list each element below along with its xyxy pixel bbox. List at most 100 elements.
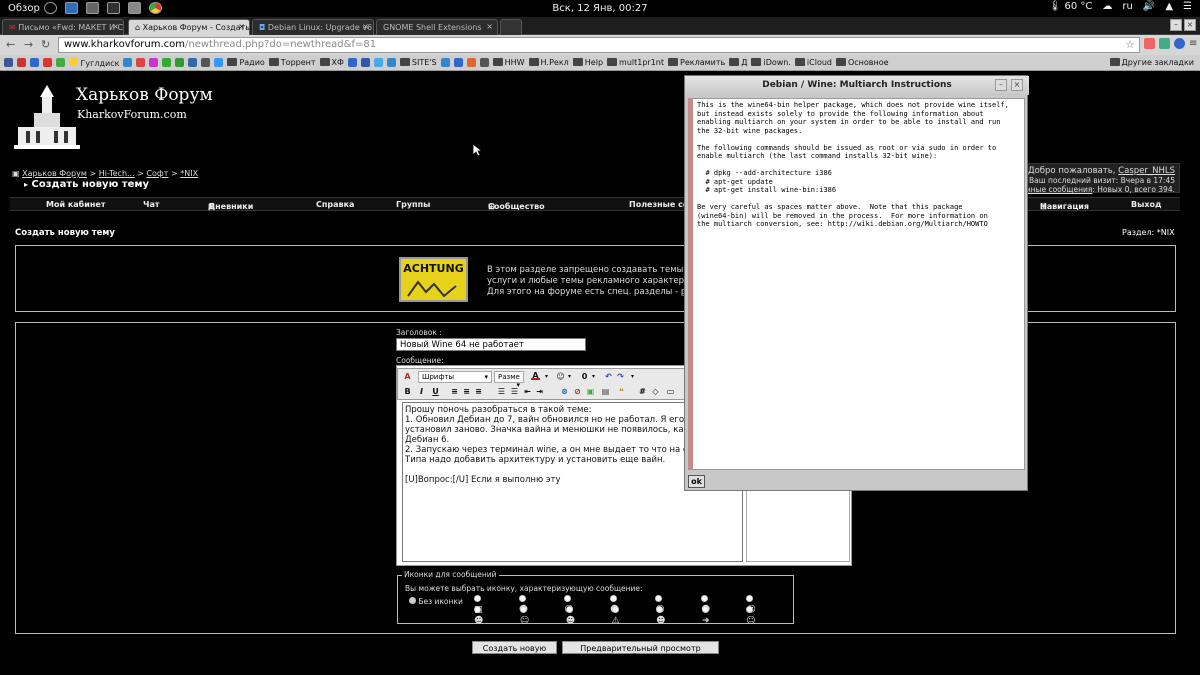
post-icon-option[interactable]: ➜ xyxy=(702,606,718,626)
radio[interactable] xyxy=(746,606,754,613)
bookmark-folder-hhw[interactable]: HHW xyxy=(492,58,525,67)
twitter-icon[interactable] xyxy=(373,58,383,67)
radio[interactable] xyxy=(609,595,617,602)
close-icon[interactable]: × xyxy=(1184,19,1196,31)
redo-icon[interactable]: ↷ xyxy=(616,372,625,381)
post-icon-option[interactable]: ☻ xyxy=(565,606,584,626)
radio[interactable] xyxy=(746,595,754,602)
close-icon[interactable]: × xyxy=(1011,79,1023,91)
clock[interactable]: Вск, 12 Янв, 00:27 xyxy=(0,3,1200,14)
chevron-down-icon[interactable]: ▾ xyxy=(628,372,637,381)
tab-gnome-extensions[interactable]: GNOME Shell Extensions × xyxy=(376,19,498,35)
insert-icon[interactable]: 0 xyxy=(580,372,589,381)
radio[interactable] xyxy=(700,595,708,602)
nav-chat[interactable]: Чат xyxy=(143,200,160,209)
indent-icon[interactable]: ⇥ xyxy=(535,387,544,396)
bookmark-icon[interactable] xyxy=(30,58,39,67)
bookmark-icon[interactable] xyxy=(386,58,396,67)
nav-logout[interactable]: Выход xyxy=(1131,200,1161,209)
radio[interactable] xyxy=(474,595,481,602)
italic-icon[interactable]: I xyxy=(417,387,426,396)
bookmark-folder-nrekl[interactable]: Н.Рекл xyxy=(528,58,569,67)
size-select[interactable]: Разме ▾ xyxy=(494,371,524,389)
radio[interactable] xyxy=(565,606,573,613)
bookmark-gdrive[interactable]: Гуглдиск xyxy=(69,57,119,68)
code-icon[interactable]: # xyxy=(638,387,647,396)
bookmark-folder-icloud[interactable]: iCloud xyxy=(794,58,832,67)
post-icon-option[interactable]: ☻ xyxy=(474,606,492,626)
bookmark-icon[interactable] xyxy=(201,58,211,67)
chevron-down-icon[interactable]: ▾ xyxy=(589,372,598,381)
logo-subtitle[interactable]: KharkovForum.com xyxy=(77,108,187,121)
bookmark-folder-reklamit[interactable]: Рекламить xyxy=(668,58,725,67)
tab-debian[interactable]: ◘ Debian Linux: Upgrade v6. × xyxy=(252,19,374,35)
title-input[interactable]: Новый Wine 64 не работает xyxy=(396,338,586,351)
extension-icon[interactable] xyxy=(1144,38,1155,49)
bookmark-icon[interactable] xyxy=(466,58,476,67)
font-select[interactable]: Шрифты ▾ xyxy=(418,371,492,383)
forward-icon[interactable]: → xyxy=(24,38,33,51)
chevron-down-icon[interactable]: ▾ xyxy=(565,372,574,381)
ubuntu-one-icon[interactable]: ☁ xyxy=(1102,1,1112,12)
image-icon[interactable]: ▣ xyxy=(586,387,595,396)
temperature-indicator[interactable]: 🌡 60 °C xyxy=(1049,1,1093,12)
radio-selected[interactable] xyxy=(409,597,416,604)
bookmark-folder-multiprint[interactable]: mult1pr1nt xyxy=(607,58,664,67)
tab-kharkovforum[interactable]: ⌂ Харьков Форум - Создать × xyxy=(128,19,250,35)
align-right-icon[interactable]: ≡ xyxy=(474,387,483,396)
bookmark-icon[interactable] xyxy=(43,58,52,67)
breadcrumb-link[interactable]: *NIX xyxy=(180,169,198,178)
breadcrumb-link[interactable]: Hi-Tech... xyxy=(99,169,135,178)
bookmark-icon[interactable] xyxy=(17,58,26,67)
create-thread-button[interactable]: Создать новую тему xyxy=(472,641,557,662)
volume-icon[interactable]: 🔊 xyxy=(1143,1,1155,12)
network-icon[interactable]: ▲ xyxy=(1165,1,1173,12)
underline-icon[interactable]: U xyxy=(431,387,440,396)
back-icon[interactable]: ← xyxy=(6,38,15,51)
address-bar[interactable]: www.kharkovforum.com/newthread.php?do=ne… xyxy=(58,37,1140,53)
chevron-down-icon[interactable]: ▾ xyxy=(542,372,551,381)
font-color-icon[interactable]: A xyxy=(531,371,540,380)
bookmark-icon[interactable] xyxy=(453,58,463,67)
forum-logo-icon[interactable] xyxy=(12,83,82,153)
reload-icon[interactable]: ↻ xyxy=(41,38,50,51)
radio[interactable] xyxy=(518,595,526,602)
radio[interactable] xyxy=(611,606,619,613)
tab-email[interactable]: ✉ Письмо «Fwd: МАКЕТ И С × xyxy=(2,19,124,35)
php-icon[interactable]: ▭ xyxy=(666,387,675,396)
menu-icon[interactable]: ≡ xyxy=(1189,38,1197,49)
bookmark-folder-help[interactable]: Help xyxy=(572,58,603,67)
nav-groups[interactable]: Группы xyxy=(396,200,430,209)
post-icon-option[interactable]: ☻ xyxy=(656,606,674,626)
unordered-list-icon[interactable]: ☰ xyxy=(510,387,519,396)
unlink-icon[interactable]: ⊘ xyxy=(573,387,582,396)
html-icon[interactable]: ◇ xyxy=(651,387,660,396)
radio[interactable] xyxy=(519,606,527,613)
language-indicator[interactable]: ru xyxy=(1122,1,1132,12)
radio[interactable] xyxy=(564,595,572,602)
bookmark-icon[interactable] xyxy=(175,58,185,67)
bookmark-icon[interactable] xyxy=(162,58,172,67)
bookmark-icon[interactable] xyxy=(188,58,198,67)
minimize-icon[interactable]: – xyxy=(1170,19,1182,31)
align-center-icon[interactable]: ≡ xyxy=(462,387,471,396)
close-icon[interactable]: × xyxy=(112,22,119,31)
breadcrumb-link[interactable]: Харьков Форум xyxy=(22,169,87,178)
new-tab-button[interactable] xyxy=(500,19,522,35)
link-icon[interactable]: ⊗ xyxy=(560,387,569,396)
bookmark-icon[interactable] xyxy=(479,58,489,67)
bookmark-folder-main[interactable]: Основное xyxy=(835,58,889,67)
bookmark-icon[interactable] xyxy=(149,58,159,67)
bookmark-icon[interactable] xyxy=(214,58,224,67)
bookmark-folder-idown[interactable]: iDown. xyxy=(751,58,791,67)
undo-icon[interactable]: ↶ xyxy=(604,372,613,381)
bookmark-icon[interactable] xyxy=(56,58,65,67)
post-icon-option[interactable]: ☺ xyxy=(519,606,538,626)
close-icon[interactable]: × xyxy=(362,22,369,31)
user-menu-icon[interactable]: ☰ xyxy=(1183,1,1192,12)
bookmark-icon[interactable] xyxy=(123,58,133,67)
bookmark-folder-radio[interactable]: Радио xyxy=(227,58,265,67)
bold-icon[interactable]: B xyxy=(403,387,412,396)
username-link[interactable]: Casper_NHLS xyxy=(1118,166,1175,176)
logo-title[interactable]: Харьков Форум xyxy=(76,85,213,105)
